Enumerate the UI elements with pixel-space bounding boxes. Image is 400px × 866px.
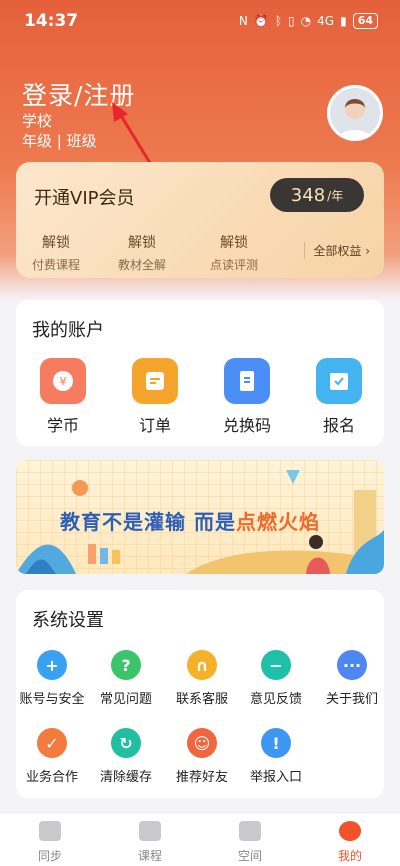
settings-item-label: 清除缓存 bbox=[99, 770, 152, 785]
vip-feature-reading[interactable]: 解锁 点读评测 bbox=[194, 232, 274, 273]
status-icons: N ⏰ ᛒ ▯ ◔ 4G ▮ 64 bbox=[239, 13, 378, 29]
settings-item[interactable]: + 账号与安全 bbox=[12, 650, 92, 707]
account-item-label: 报名 bbox=[322, 416, 355, 435]
signal-icon: ▮ bbox=[340, 14, 347, 28]
settings-item-label: 常见问题 bbox=[99, 692, 152, 707]
school-label: 学校 bbox=[22, 112, 53, 130]
banner-slogan-part-a: 教育不是灌输 而是 bbox=[60, 510, 236, 534]
settings-item-label: 推荐好友 bbox=[175, 770, 228, 785]
promo-banner[interactable]: 教育不是灌输 而是点燃火焰 bbox=[16, 460, 384, 574]
grade-class-label: 年级 | 班级 bbox=[22, 132, 97, 150]
status-time: 14:37 bbox=[24, 11, 79, 31]
settings-title: 系统设置 bbox=[32, 610, 104, 631]
account-item-redeem[interactable]: 兑换码 bbox=[212, 358, 282, 436]
nav-label: 我的 bbox=[337, 849, 362, 863]
settings-item[interactable]: ↻ 清除缓存 bbox=[86, 728, 166, 785]
settings-item-label: 举报入口 bbox=[249, 770, 302, 785]
account-item-label: 兑换码 bbox=[222, 416, 271, 435]
account-item-orders[interactable]: 订单 bbox=[120, 358, 190, 436]
friends-icon: ☺ bbox=[187, 728, 217, 758]
settings-item[interactable]: ··· 关于我们 bbox=[312, 650, 392, 707]
space-icon bbox=[239, 821, 261, 841]
svg-text:¥: ¥ bbox=[60, 375, 67, 388]
vip-feature-action: 解锁 bbox=[220, 235, 248, 251]
status-bar: 14:37 N ⏰ ᛒ ▯ ◔ 4G ▮ 64 bbox=[0, 0, 400, 42]
settings-item-label: 联系客服 bbox=[175, 692, 228, 707]
vip-price: 348 bbox=[290, 184, 326, 206]
settings-item[interactable]: ☺ 推荐好友 bbox=[162, 728, 242, 785]
settings-item[interactable]: ∩ 联系客服 bbox=[162, 650, 242, 707]
account-item-label: 订单 bbox=[138, 416, 171, 435]
nav-label: 同步 bbox=[37, 849, 62, 863]
vip-feature-action: 解锁 bbox=[42, 235, 70, 251]
coin-icon: ¥ bbox=[40, 358, 86, 404]
vip-card[interactable]: 开通VIP会员 348 /年 解锁 付费课程 解锁 教材全解 解锁 点读评测 全… bbox=[16, 162, 384, 278]
account-item-label: 学币 bbox=[46, 416, 79, 435]
nfc-icon: N bbox=[238, 14, 248, 28]
sync-icon bbox=[39, 821, 61, 841]
nav-label: 空间 bbox=[237, 849, 262, 863]
vip-feature-courses[interactable]: 解锁 付费课程 bbox=[16, 232, 96, 273]
nav-item-sync[interactable]: 同步 bbox=[20, 821, 80, 864]
bluetooth-icon: ᛒ bbox=[274, 14, 283, 28]
network-label: 4G bbox=[317, 14, 335, 28]
vip-title: 开通VIP会员 bbox=[34, 188, 135, 209]
account-item-coins[interactable]: ¥ 学币 bbox=[28, 358, 98, 436]
settings-item[interactable]: − 意见反馈 bbox=[236, 650, 316, 707]
alarm-icon: ⏰ bbox=[253, 14, 269, 28]
mine-icon bbox=[339, 821, 361, 841]
settings-item[interactable]: ! 举报入口 bbox=[236, 728, 316, 785]
settings-item[interactable]: ✓ 业务合作 bbox=[12, 728, 92, 785]
vip-feature-action: 解锁 bbox=[128, 235, 156, 251]
report-icon: ! bbox=[261, 728, 291, 758]
vip-price-unit: /年 bbox=[327, 188, 344, 203]
question-icon: ? bbox=[111, 650, 141, 680]
banner-slogan-highlight: 点燃火焰 bbox=[235, 510, 320, 534]
account-title: 我的账户 bbox=[32, 320, 104, 341]
vip-feature-desc: 教材全解 bbox=[117, 258, 166, 272]
vip-feature-textbook[interactable]: 解锁 教材全解 bbox=[102, 232, 182, 273]
nav-item-course[interactable]: 课程 bbox=[120, 821, 180, 864]
bottom-nav: 同步 课程 空间 我的 bbox=[0, 812, 400, 866]
about-icon: ··· bbox=[337, 650, 367, 680]
vip-feature-desc: 点读评测 bbox=[209, 258, 258, 272]
clear-cache-icon: ↻ bbox=[111, 728, 141, 758]
account-card: 我的账户 ¥ 学币 订单 兑换码 报名 bbox=[16, 300, 384, 446]
login-register-link[interactable]: 登录/注册 bbox=[22, 76, 135, 112]
shield-icon: + bbox=[37, 650, 67, 680]
avatar[interactable] bbox=[327, 85, 383, 141]
settings-item-label: 关于我们 bbox=[325, 692, 378, 707]
headset-icon: ∩ bbox=[187, 650, 217, 680]
nav-item-mine[interactable]: 我的 bbox=[320, 821, 380, 864]
order-icon bbox=[132, 358, 178, 404]
all-benefits-link[interactable]: 全部权益 › bbox=[304, 242, 370, 259]
banner-slogan: 教育不是灌输 而是点燃火焰 bbox=[60, 506, 320, 535]
vip-price-button[interactable]: 348 /年 bbox=[270, 178, 364, 212]
nav-item-space[interactable]: 空间 bbox=[220, 821, 280, 864]
account-item-signup[interactable]: 报名 bbox=[304, 358, 374, 436]
settings-item-label: 账号与安全 bbox=[19, 692, 85, 707]
ticket-icon bbox=[224, 358, 270, 404]
vip-feature-desc: 付费课程 bbox=[31, 258, 80, 272]
course-icon bbox=[139, 821, 161, 841]
feedback-icon: − bbox=[261, 650, 291, 680]
battery-icon: 64 bbox=[352, 13, 378, 29]
settings-item[interactable]: ? 常见问题 bbox=[86, 650, 166, 707]
wifi-icon: ◔ bbox=[300, 14, 312, 28]
cooperation-icon: ✓ bbox=[37, 728, 67, 758]
vibrate-icon: ▯ bbox=[288, 14, 295, 28]
settings-item-label: 业务合作 bbox=[25, 770, 78, 785]
nav-label: 课程 bbox=[137, 849, 162, 863]
signup-icon bbox=[316, 358, 362, 404]
settings-item-label: 意见反馈 bbox=[249, 692, 302, 707]
